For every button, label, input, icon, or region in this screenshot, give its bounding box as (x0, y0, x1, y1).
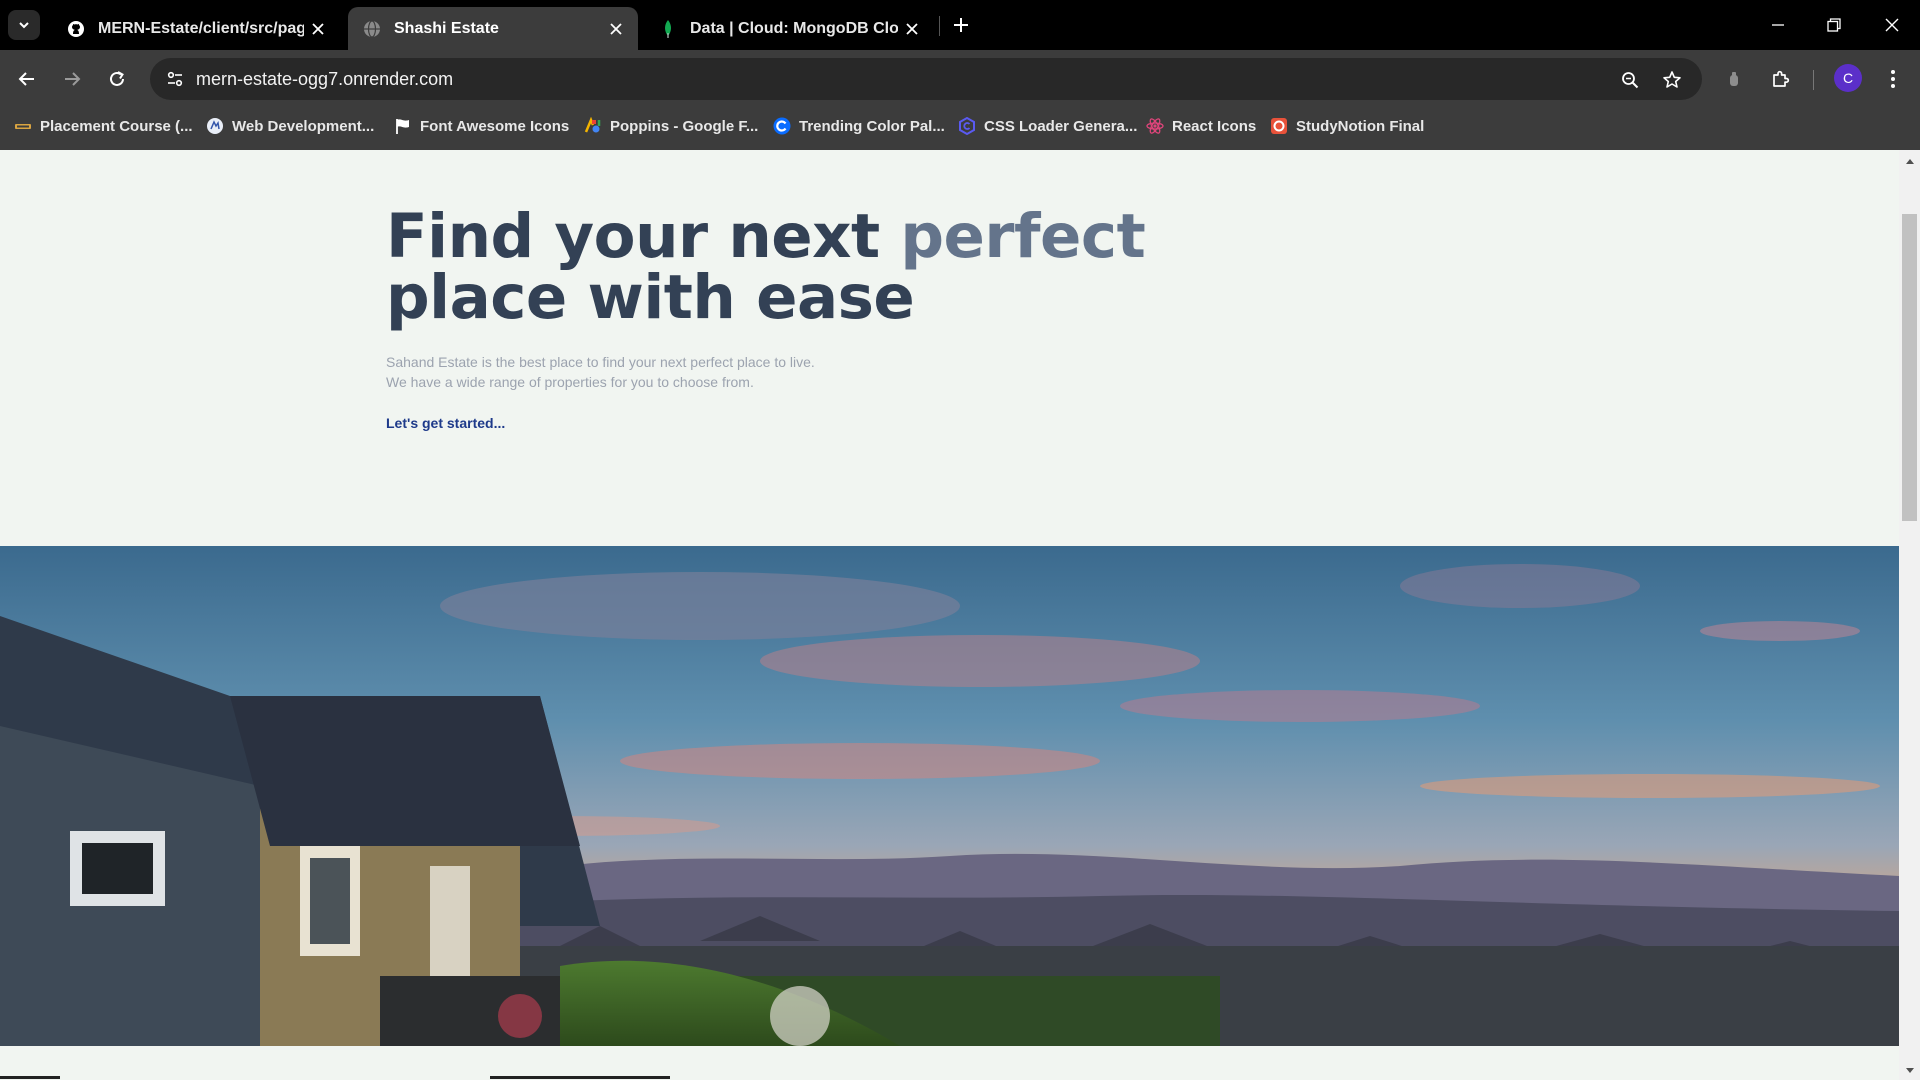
site-info-icon[interactable] (160, 64, 190, 94)
hero-title-accent: perfect (900, 201, 1146, 272)
profile-avatar[interactable]: C (1834, 64, 1862, 92)
google-fonts-icon (584, 117, 602, 135)
studynotion-icon (1270, 117, 1288, 135)
close-tab-icon[interactable] (304, 15, 332, 43)
tab-title: MERN-Estate/client/src/pages/ (98, 19, 304, 37)
restore-button[interactable] (1806, 0, 1862, 50)
bookmarks-bar: Placement Course (... Web Development...… (0, 108, 1920, 150)
bookmark-label: Web Development... (232, 117, 375, 135)
get-started-link[interactable]: Let's get started... (386, 415, 505, 431)
tab-mongodb[interactable]: Data | Cloud: MongoDB Cloud (644, 7, 934, 50)
hero-title: Find your next perfect place with ease (386, 206, 1286, 328)
minimize-icon (1772, 24, 1784, 26)
extensions-puzzle-icon[interactable] (1764, 62, 1798, 96)
reload-button[interactable] (100, 62, 134, 96)
bookmark-web-development[interactable]: Web Development... (206, 108, 374, 144)
page-scrollbar[interactable] (1899, 150, 1920, 1080)
bookmark-star-icon[interactable] (1658, 66, 1686, 94)
plus-icon (954, 18, 968, 32)
reload-icon (110, 71, 124, 86)
bookmark-label: Trending Color Pal... (799, 117, 945, 135)
globe-icon (362, 19, 382, 39)
page-viewport: Find your next perfect place with ease Sa… (0, 150, 1899, 1080)
forward-button[interactable] (55, 62, 89, 96)
bottom-edge-mark (0, 1076, 60, 1079)
hero-title-part2: place with ease (386, 262, 915, 333)
arrow-left-icon (18, 72, 34, 86)
webdev-icon (206, 117, 224, 135)
bookmark-font-awesome[interactable]: Font Awesome Icons (394, 108, 569, 144)
more-menu-icon[interactable] (1876, 62, 1910, 96)
zoom-icon[interactable] (1616, 66, 1644, 94)
scroll-down-arrow-icon[interactable] (1899, 1062, 1920, 1080)
hero-description: Sahand Estate is the best place to find … (386, 352, 1086, 392)
close-window-button[interactable] (1864, 0, 1920, 50)
close-icon (1885, 18, 1899, 32)
placement-icon (14, 117, 32, 135)
bookmark-trending-color[interactable]: Trending Color Pal... (773, 108, 945, 144)
browser-toolbar: mern-estate-ogg7.onrender.com C (0, 50, 1920, 108)
close-tab-icon[interactable] (898, 15, 926, 43)
tab-separator (939, 16, 940, 36)
bookmark-poppins[interactable]: Poppins - Google F... (584, 108, 758, 144)
toolbar-separator (1813, 70, 1814, 90)
bookmark-placement-course[interactable]: Placement Course (... (14, 108, 193, 144)
back-button[interactable] (10, 62, 44, 96)
new-tab-button[interactable] (946, 10, 976, 40)
css-loader-icon (958, 117, 976, 135)
tab-github[interactable]: MERN-Estate/client/src/pages/ (52, 7, 340, 50)
flag-icon (394, 117, 412, 135)
minimize-button[interactable] (1750, 0, 1806, 50)
hero-desc-line1: Sahand Estate is the best place to find … (386, 354, 815, 370)
tab-search-button[interactable] (8, 10, 40, 40)
scroll-up-arrow-icon[interactable] (1899, 152, 1920, 170)
chevron-down-icon (19, 22, 29, 29)
bookmark-studynotion[interactable]: StudyNotion Final (1270, 108, 1424, 144)
tab-strip: MERN-Estate/client/src/pages/ Shashi Est… (0, 0, 1920, 50)
close-tab-icon[interactable] (602, 15, 630, 43)
tab-title: Data | Cloud: MongoDB Cloud (690, 19, 898, 37)
bookmark-react-icons[interactable]: React Icons (1146, 108, 1256, 144)
bottom-edge (0, 1076, 1899, 1080)
address-bar[interactable]: mern-estate-ogg7.onrender.com (150, 58, 1702, 100)
hero-house-image (0, 546, 1899, 1046)
bookmark-label: Poppins - Google F... (610, 117, 759, 135)
react-icon (1146, 117, 1164, 135)
bookmark-label: CSS Loader Genera... (984, 117, 1138, 135)
tab-title: Shashi Estate (394, 19, 499, 37)
bookmark-label: Font Awesome Icons (420, 117, 570, 135)
coolors-icon (773, 117, 791, 135)
scroll-thumb[interactable] (1902, 214, 1917, 521)
hero-desc-line2: We have a wide range of properties for y… (386, 374, 754, 390)
bookmark-label: Placement Course (... (40, 117, 193, 135)
arrow-right-icon (65, 72, 81, 86)
bottom-edge-mark (490, 1076, 670, 1079)
extension-icon[interactable] (1717, 62, 1751, 96)
mongodb-leaf-icon (658, 19, 678, 39)
bookmark-label: StudyNotion Final (1296, 117, 1425, 135)
bookmark-label: React Icons (1172, 117, 1257, 135)
url-text: mern-estate-ogg7.onrender.com (196, 69, 454, 89)
github-icon (66, 19, 86, 39)
bookmark-css-loader[interactable]: CSS Loader Genera... (958, 108, 1137, 144)
restore-icon (1827, 18, 1841, 32)
tab-shashi-estate[interactable]: Shashi Estate (348, 7, 638, 50)
